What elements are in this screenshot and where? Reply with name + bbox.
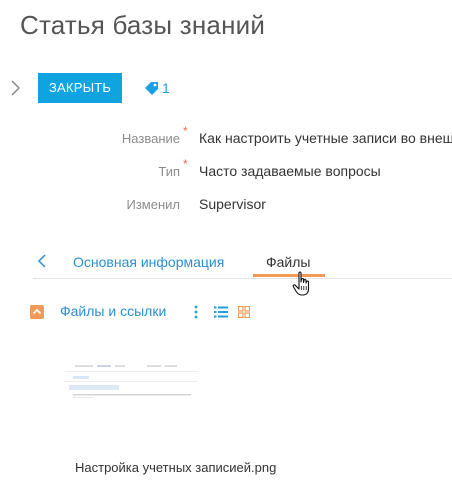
file-thumbnail[interactable] [63, 362, 198, 432]
field-label: Тип [158, 164, 180, 179]
modified-by-field[interactable]: Supervisor [199, 196, 452, 212]
field-modified-by: Изменил Supervisor [0, 194, 452, 216]
page-title: Статья базы знаний [20, 10, 266, 40]
name-field[interactable]: Как настроить учетные записи во внешних … [199, 130, 452, 146]
tag-count: 1 [162, 80, 170, 96]
tab-files[interactable]: Файлы [266, 254, 310, 270]
file-name[interactable]: Настройка учетных записией.png [75, 460, 276, 475]
type-field[interactable]: Часто задаваемые вопросы [199, 163, 452, 179]
tab-main-info[interactable]: Основная информация [73, 254, 224, 270]
tab-bar: Основная информация Файлы [33, 250, 452, 279]
toolbar: ЗАКРЫТЬ 1 [8, 73, 448, 103]
field-type: Тип * Часто задаваемые вопросы [0, 157, 452, 183]
required-marker: * [183, 124, 188, 138]
close-button[interactable]: ЗАКРЫТЬ [38, 73, 123, 103]
chevron-right-icon[interactable] [8, 78, 22, 98]
files-section-header: Файлы и ссылки [30, 303, 450, 323]
hand-cursor-icon [292, 271, 310, 296]
field-name: Название * Как настроить учетные записи … [0, 124, 452, 150]
field-label: Изменил [126, 197, 181, 212]
tile-view-icon[interactable] [238, 306, 250, 318]
more-vertical-icon[interactable] [193, 304, 199, 320]
required-marker: * [183, 157, 188, 171]
tag-icon [145, 82, 158, 95]
chevron-left-icon[interactable] [37, 254, 47, 268]
field-label: Название [121, 131, 180, 146]
list-view-icon[interactable] [214, 306, 228, 318]
tags-button[interactable]: 1 [144, 79, 170, 97]
collapse-icon[interactable] [30, 305, 44, 319]
active-tab-indicator [253, 274, 325, 277]
section-title: Файлы и ссылки [60, 303, 167, 319]
